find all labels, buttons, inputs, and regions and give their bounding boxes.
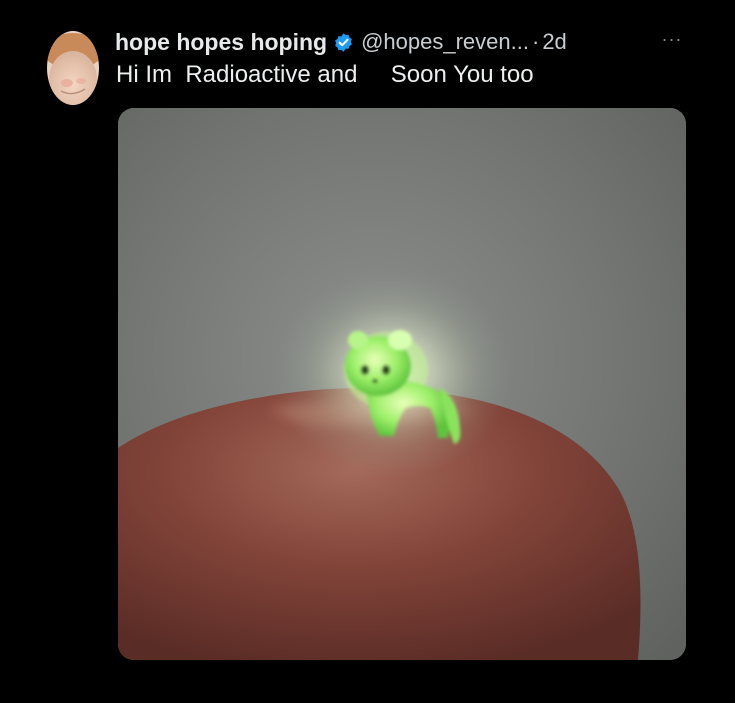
tweet-media-image[interactable] (118, 108, 686, 660)
glowing-figure-photo (118, 108, 686, 660)
avatar[interactable] (47, 31, 99, 105)
timestamp[interactable]: 2d (542, 29, 566, 55)
tweet-text: Hi Im Radioactive and Soon You too (116, 61, 534, 88)
more-horizontal-icon[interactable]: ··· (660, 29, 684, 49)
avatar-image (47, 31, 99, 105)
display-name[interactable]: hope hopes hoping (115, 29, 327, 56)
verified-badge-icon (333, 32, 354, 53)
tweet[interactable]: hope hopes hoping @hopes_reven... · 2d ·… (0, 0, 735, 703)
tweet-header: hope hopes hoping @hopes_reven... · 2d (115, 27, 567, 57)
username-handle[interactable]: @hopes_reven... (361, 29, 529, 55)
separator-dot: · (531, 29, 540, 54)
